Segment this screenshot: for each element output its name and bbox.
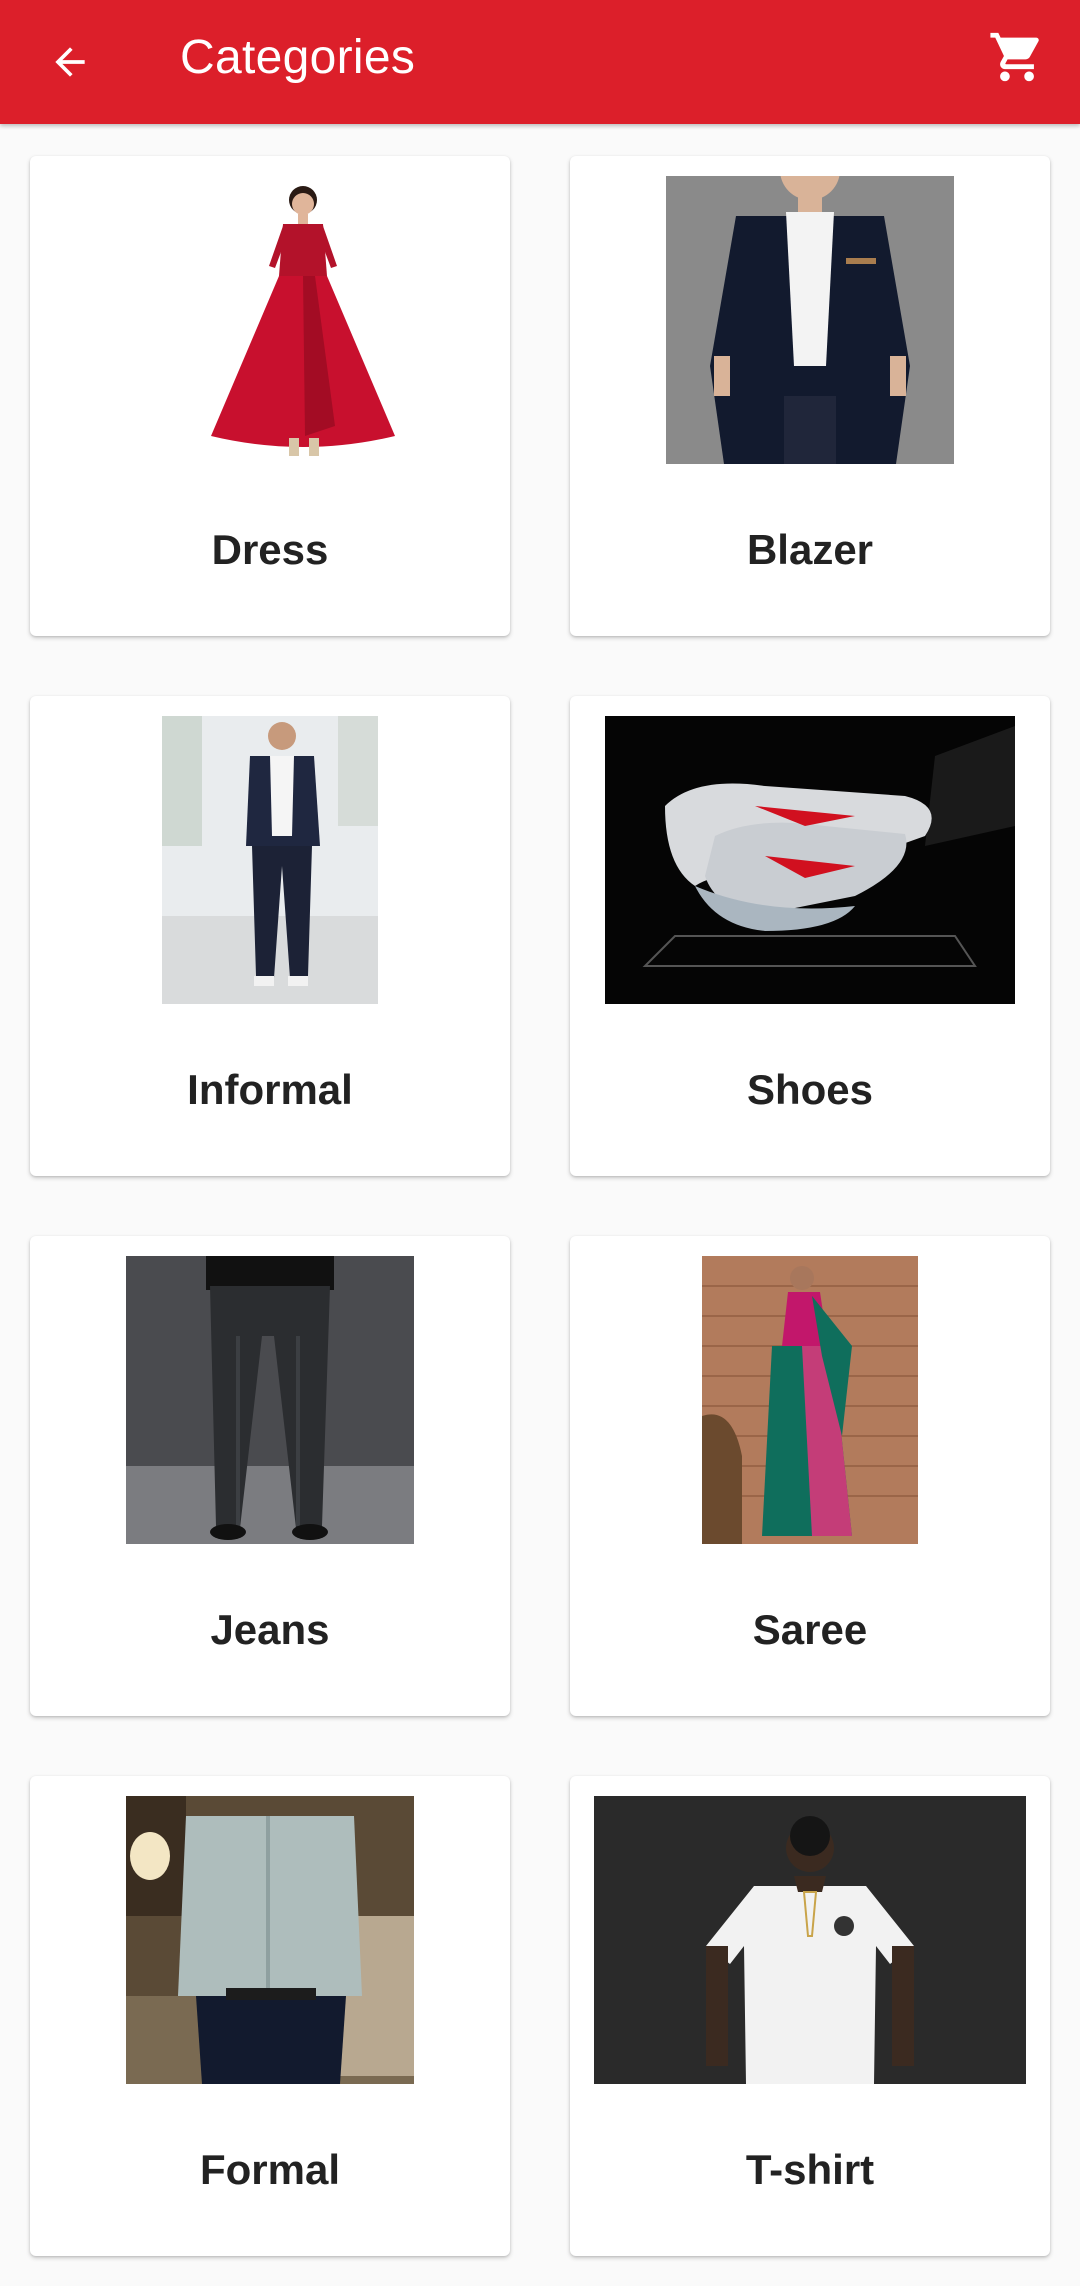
arrow-back-icon [55,47,85,77]
jeans-image [126,1256,414,1544]
dress-image [185,176,415,464]
formal-image [126,1796,414,2084]
category-name: Informal [187,1066,353,1113]
shopping-cart-icon [990,32,1039,82]
category-card-blazer[interactable]: Blazer [570,156,1050,636]
category-card-formal[interactable]: Formal [30,1776,510,2256]
category-card-shoes[interactable]: Shoes [570,696,1050,1176]
t-shirt-image [594,1796,1026,2084]
category-card-informal[interactable]: Informal [30,696,510,1176]
category-card-dress[interactable]: Dress [30,156,510,636]
back-button[interactable] [40,22,100,102]
category-name: Saree [752,1606,868,1653]
informal-image [162,716,378,1004]
category-name: Dress [211,526,329,573]
category-name: Shoes [746,1066,874,1113]
category-card-jeans[interactable]: Jeans [30,1236,510,1716]
category-name: T-shirt [745,2146,875,2193]
saree-image [702,1256,918,1544]
category-name: Jeans [210,1606,330,1653]
page-title: Categories [180,30,416,84]
app-bar: Categories [0,0,1080,124]
category-card-t-shirt[interactable]: T-shirt [570,1776,1050,2256]
shoes-image [605,716,1015,1004]
category-name: Formal [199,2146,341,2193]
category-card-saree[interactable]: Saree [570,1236,1050,1716]
blazer-image [666,176,954,464]
cart-button[interactable] [982,22,1052,92]
category-name: Blazer [746,526,874,573]
